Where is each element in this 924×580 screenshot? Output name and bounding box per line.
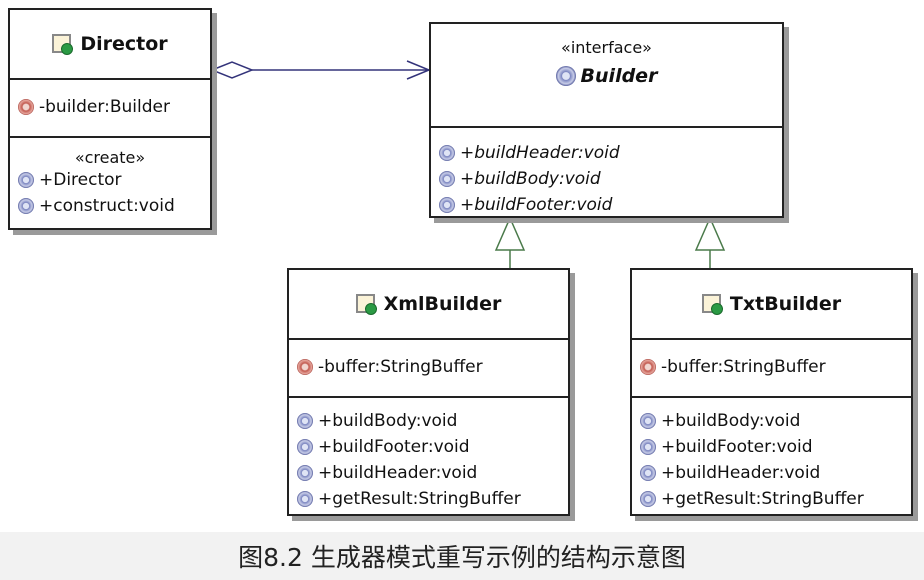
operation: +getResult:StringBuffer	[632, 486, 911, 512]
operation-label: +getResult:StringBuffer	[661, 489, 864, 509]
operation-label: +Director	[39, 170, 122, 190]
private-field-icon	[18, 99, 34, 115]
public-method-icon	[297, 439, 313, 455]
operation-label: +buildFooter:void	[661, 437, 813, 457]
stereotype: «create»	[74, 148, 146, 167]
class-txtbuilder[interactable]: TxtBuilder -buffer:StringBuffer +buildBo…	[630, 268, 913, 516]
public-method-icon	[439, 171, 455, 187]
public-method-icon	[640, 413, 656, 429]
interface-name: Builder	[580, 65, 658, 87]
class-name: XmlBuilder	[383, 293, 502, 315]
operation-label: +buildBody:void	[318, 411, 458, 431]
operation-label: +buildFooter:void	[318, 437, 470, 457]
class-director[interactable]: Director -builder:Builder «create» +Dire…	[8, 8, 212, 230]
attribute: -builder:Builder	[10, 94, 210, 120]
aggregation-director-builder	[209, 60, 431, 80]
operation-label: +buildHeader:void	[318, 463, 478, 483]
interface-header: «interface» Builder	[431, 24, 782, 128]
operation-label: +construct:void	[39, 196, 175, 216]
generalization-txtbuilder	[694, 216, 726, 268]
operation: +buildHeader:void	[431, 140, 782, 166]
attribute: -buffer:StringBuffer	[289, 354, 568, 380]
attribute-label: -buffer:StringBuffer	[318, 357, 483, 377]
operation: +buildFooter:void	[431, 192, 782, 218]
operation: +construct:void	[10, 193, 210, 219]
operation-label: +buildFooter:void	[460, 195, 613, 215]
class-xmlbuilder[interactable]: XmlBuilder -buffer:StringBuffer +buildBo…	[287, 268, 570, 516]
class-header: XmlBuilder	[289, 270, 568, 340]
attribute-label: -builder:Builder	[39, 97, 170, 117]
public-method-icon	[297, 465, 313, 481]
class-header: TxtBuilder	[632, 270, 911, 340]
operation: +buildBody:void	[632, 408, 911, 434]
operation-label: +buildHeader:void	[661, 463, 821, 483]
private-field-icon	[640, 359, 656, 375]
class-name: Director	[80, 33, 168, 55]
class-icon	[701, 294, 723, 315]
generalization-xmlbuilder	[494, 216, 526, 268]
public-method-icon	[18, 198, 34, 214]
operation: +buildHeader:void	[632, 460, 911, 486]
class-name: TxtBuilder	[729, 293, 842, 315]
stereotype: «interface»	[561, 38, 652, 57]
operation-label: +buildBody:void	[460, 169, 601, 189]
operation: +buildBody:void	[289, 408, 568, 434]
public-method-icon	[297, 413, 313, 429]
operation-label: +getResult:StringBuffer	[318, 489, 521, 509]
operation: +Director	[10, 167, 210, 193]
public-method-icon	[297, 491, 313, 507]
class-header: Director	[10, 10, 210, 80]
attribute-label: -buffer:StringBuffer	[661, 357, 826, 377]
public-method-icon	[640, 491, 656, 507]
public-method-icon	[640, 465, 656, 481]
operation-label: +buildBody:void	[661, 411, 801, 431]
public-method-icon	[18, 172, 34, 188]
figure-caption: 图8.2 生成器模式重写示例的结构示意图	[0, 532, 924, 580]
attribute: -buffer:StringBuffer	[632, 354, 911, 380]
class-icon	[355, 294, 377, 315]
operation: +buildFooter:void	[632, 434, 911, 460]
class-icon	[52, 34, 74, 55]
public-method-icon	[439, 145, 455, 161]
operation: +buildBody:void	[431, 166, 782, 192]
public-method-icon	[439, 197, 455, 213]
operation: +getResult:StringBuffer	[289, 486, 568, 512]
operation: +buildFooter:void	[289, 434, 568, 460]
operation: +buildHeader:void	[289, 460, 568, 486]
public-method-icon	[640, 439, 656, 455]
interface-builder[interactable]: «interface» Builder +buildHeader:void +b…	[429, 22, 784, 218]
private-field-icon	[297, 359, 313, 375]
operation-label: +buildHeader:void	[460, 143, 620, 163]
interface-icon	[555, 66, 576, 86]
